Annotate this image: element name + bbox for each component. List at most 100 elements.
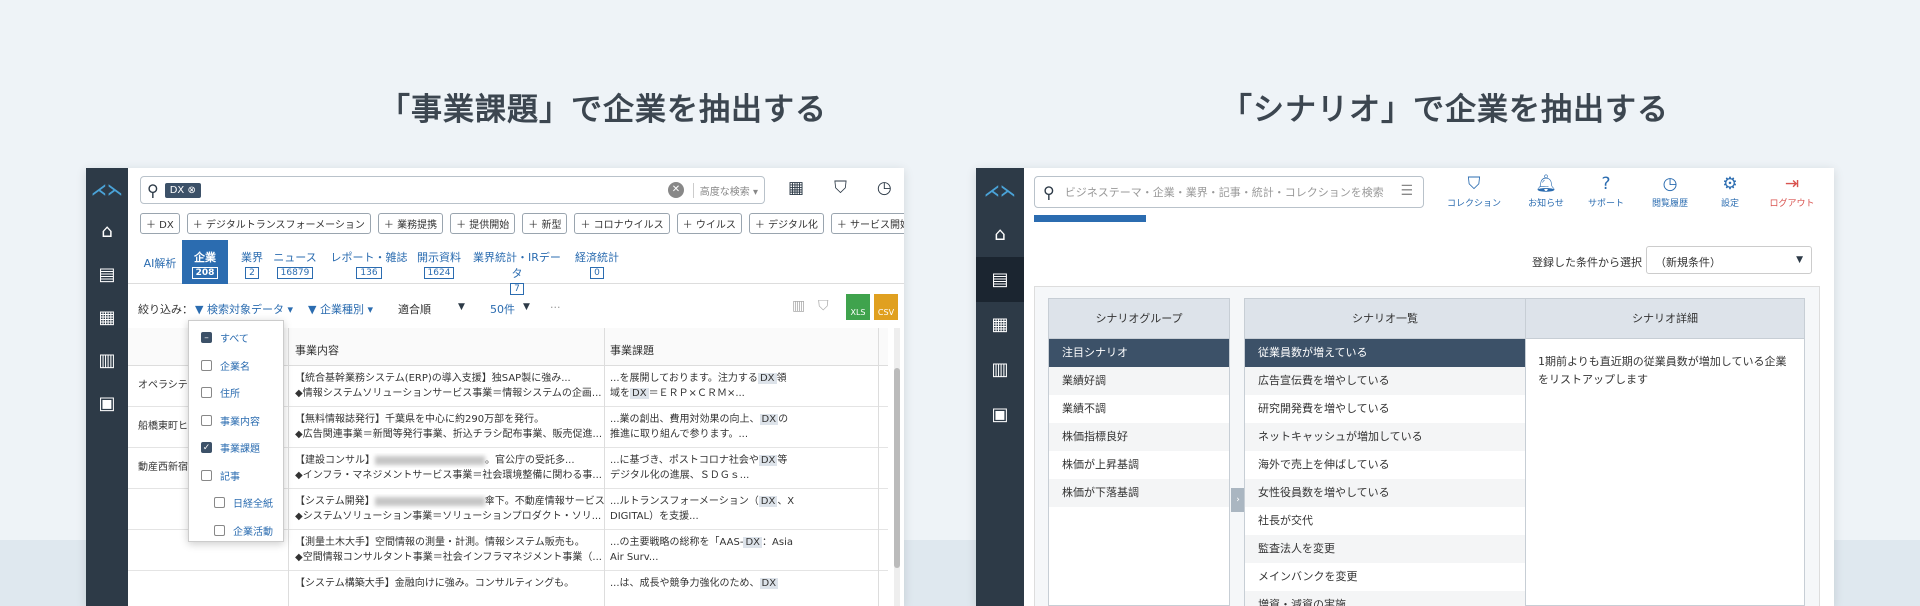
dropdown-item[interactable]: ✓ 事業課題 (201, 440, 260, 455)
scenario-group-item[interactable]: 株価指標良好 (1049, 423, 1229, 451)
search-target-dropdown[interactable]: ▼ 検索対象データ ▾ (195, 301, 293, 317)
chart-view-icon[interactable]: ▥ (792, 298, 805, 314)
tab-6[interactable]: 業界統計・IRデータ 7 (472, 240, 562, 295)
checkbox[interactable] (201, 359, 212, 371)
company-name[interactable]: 船橋東町ヒ (138, 419, 188, 434)
grid-icon[interactable]: ▣ (86, 382, 128, 425)
keyword-tag[interactable]: ＋ デジタルトランスフォーメーション (186, 213, 371, 234)
chart-icon[interactable]: ▥ (86, 339, 128, 382)
settings-button[interactable]: ⚙ 設定 (1700, 174, 1760, 209)
keyword-tag[interactable]: ＋ コロナウイルス (574, 213, 670, 234)
scenario-list-item[interactable]: 監査法人を変更 (1245, 535, 1525, 563)
tab-2[interactable]: 業界 2 (236, 240, 268, 284)
issue-line: 推進に取り組んで参ります。... (610, 429, 749, 440)
tab-5[interactable]: 開示資料 1624 (414, 240, 464, 284)
scenario-group-item[interactable]: 業績不調 (1049, 395, 1229, 423)
sort-caret-icon[interactable]: ▼ (458, 302, 465, 312)
clear-icon[interactable]: ✕ (668, 182, 684, 198)
document-icon[interactable]: ▤ (976, 257, 1024, 302)
checkbox[interactable] (214, 497, 225, 508)
checkbox[interactable]: – (201, 332, 212, 343)
saved-condition-select[interactable]: （新規条件） ▼ (1646, 246, 1812, 274)
checkbox[interactable] (201, 414, 212, 426)
chart-icon[interactable]: ▥ (976, 347, 1024, 392)
tab-3[interactable]: ニュース 16879 (270, 240, 320, 284)
keyword-tag[interactable]: ＋ サービス開始 (830, 213, 904, 234)
dropdown-item[interactable]: 記事 (201, 468, 240, 483)
logout-button[interactable]: ⇥ ログアウト (1762, 174, 1822, 209)
scenario-list-item[interactable]: 従業員数が増えている (1245, 339, 1525, 367)
scenario-list-item[interactable]: 海外で売上を伸ばしている (1245, 451, 1525, 479)
scrollbar-thumb[interactable] (894, 368, 900, 568)
scenario-list-item[interactable]: 広告宣伝費を増やしている (1245, 367, 1525, 395)
logo-icon[interactable]: ⋌⋋ (86, 168, 128, 210)
scenario-group-item[interactable]: 株価が下落基調 (1049, 479, 1229, 507)
collection-button[interactable]: ⛉ コレクション (1444, 174, 1504, 209)
advanced-search-button[interactable]: 高度な検索 ▾ (692, 183, 758, 198)
scenario-list-item[interactable]: 女性役員数を増やしている (1245, 479, 1525, 507)
tab-1[interactable]: 企業 208 (182, 240, 228, 284)
collapse-icon[interactable]: › (1231, 488, 1245, 512)
report-icon[interactable]: ▦ (86, 296, 128, 339)
dropdown-item[interactable]: – すべて (201, 330, 249, 345)
scenario-group-item[interactable]: 株価が上昇基調 (1049, 451, 1229, 479)
dropdown-item[interactable]: 企業活動 (214, 523, 273, 538)
logo-icon[interactable]: ⋌⋋ (976, 168, 1024, 212)
scenario-group-item[interactable]: 注目シナリオ (1049, 339, 1229, 367)
report-icon[interactable]: ▦ (976, 302, 1024, 347)
grid-icon[interactable]: ▣ (976, 392, 1024, 437)
tab-7[interactable]: 経済統計 0 (570, 240, 624, 284)
per-page-dropdown[interactable]: 50件 (490, 301, 515, 317)
tab-4[interactable]: レポート・雑誌 136 (330, 240, 408, 284)
scenario-list-item[interactable]: 増資・減資の実施 (1245, 591, 1525, 606)
checkbox[interactable] (201, 469, 212, 481)
scrollbar[interactable] (894, 328, 900, 606)
keyword-tag[interactable]: ＋ ウイルス (676, 213, 742, 234)
search-input[interactable]: ⚲ ビジネステーマ・企業・業界・記事・統計・コレクションを検索 ☰ (1034, 176, 1424, 208)
search-chip[interactable]: DX ⊗ (164, 182, 201, 198)
scenario-list-item[interactable]: 社長が交代 (1245, 507, 1525, 535)
scenario-group-item[interactable]: 業績好調 (1049, 367, 1229, 395)
dropdown-item-label: 住所 (220, 389, 240, 400)
sort-dropdown[interactable]: 適合順 (398, 301, 431, 317)
filter-icon[interactable]: ☰ (1400, 183, 1413, 199)
scenario-list-item[interactable]: ネットキャッシュが増加している (1245, 423, 1525, 451)
table-row[interactable]: 【システム構築大手】金融向けに強み。コンサルティングも。 ...は、成長や競争力強… (128, 571, 888, 606)
csv-export-button[interactable]: CSV (874, 294, 898, 320)
side-nav: ⋌⋋ ⌂ ▤ ▦ ▥ ▣ (86, 168, 128, 606)
company-type-dropdown[interactable]: ▼ 企業種別 ▾ (308, 301, 373, 317)
tab-count: 2 (245, 267, 259, 279)
document-icon[interactable]: ▤ (86, 253, 128, 296)
history-icon[interactable]: ◷ (877, 178, 892, 198)
bookmark-icon[interactable]: ⛉ (834, 178, 847, 198)
support-button[interactable]: ? サポート (1576, 174, 1636, 209)
home-icon[interactable]: ⌂ (86, 210, 128, 253)
per-page-caret-icon[interactable]: ▼ (523, 302, 530, 312)
bookmark-add-icon[interactable]: ⛉ (818, 298, 829, 314)
history-button[interactable]: ◷ 閲覧履歴 (1640, 174, 1700, 209)
scenario-list-item[interactable]: 研究開発費を増やしている (1245, 395, 1525, 423)
more-icon[interactable]: ··· (550, 301, 561, 314)
dropdown-item[interactable]: 日経全紙 (214, 495, 273, 510)
search-input[interactable]: ⚲ DX ⊗ ✕ 高度な検索 ▾ (140, 176, 765, 204)
notice-button[interactable]: 🔔︎ お知らせ (1516, 174, 1576, 209)
home-icon[interactable]: ⌂ (976, 212, 1024, 257)
scenario-list-item[interactable]: メインバンクを変更 (1245, 563, 1525, 591)
dropdown-item[interactable]: 事業内容 (201, 413, 260, 428)
keyword-tag[interactable]: ＋ 業務提携 (377, 213, 444, 234)
keyword-tag[interactable]: ＋ 提供開始 (450, 213, 516, 234)
company-name[interactable]: 動産西新宿 (138, 460, 188, 475)
tab-0[interactable]: AI解析 (138, 240, 182, 284)
grid-menu-icon[interactable]: ▦ (788, 178, 804, 198)
xls-export-button[interactable]: XLS (846, 294, 870, 320)
keyword-tag[interactable]: ＋ デジタル化 (748, 213, 824, 234)
dropdown-item[interactable]: 住所 (201, 385, 240, 400)
dropdown-item[interactable]: 企業名 (201, 358, 250, 373)
checkbox[interactable] (214, 524, 225, 536)
checkbox[interactable]: ✓ (201, 442, 212, 453)
keyword-highlight: DX (759, 578, 779, 589)
keyword-tag[interactable]: ＋ 新型 (522, 213, 568, 234)
company-name[interactable]: オペラシテ (138, 378, 188, 393)
keyword-tag[interactable]: ＋ DX (140, 213, 180, 234)
checkbox[interactable] (201, 387, 212, 398)
